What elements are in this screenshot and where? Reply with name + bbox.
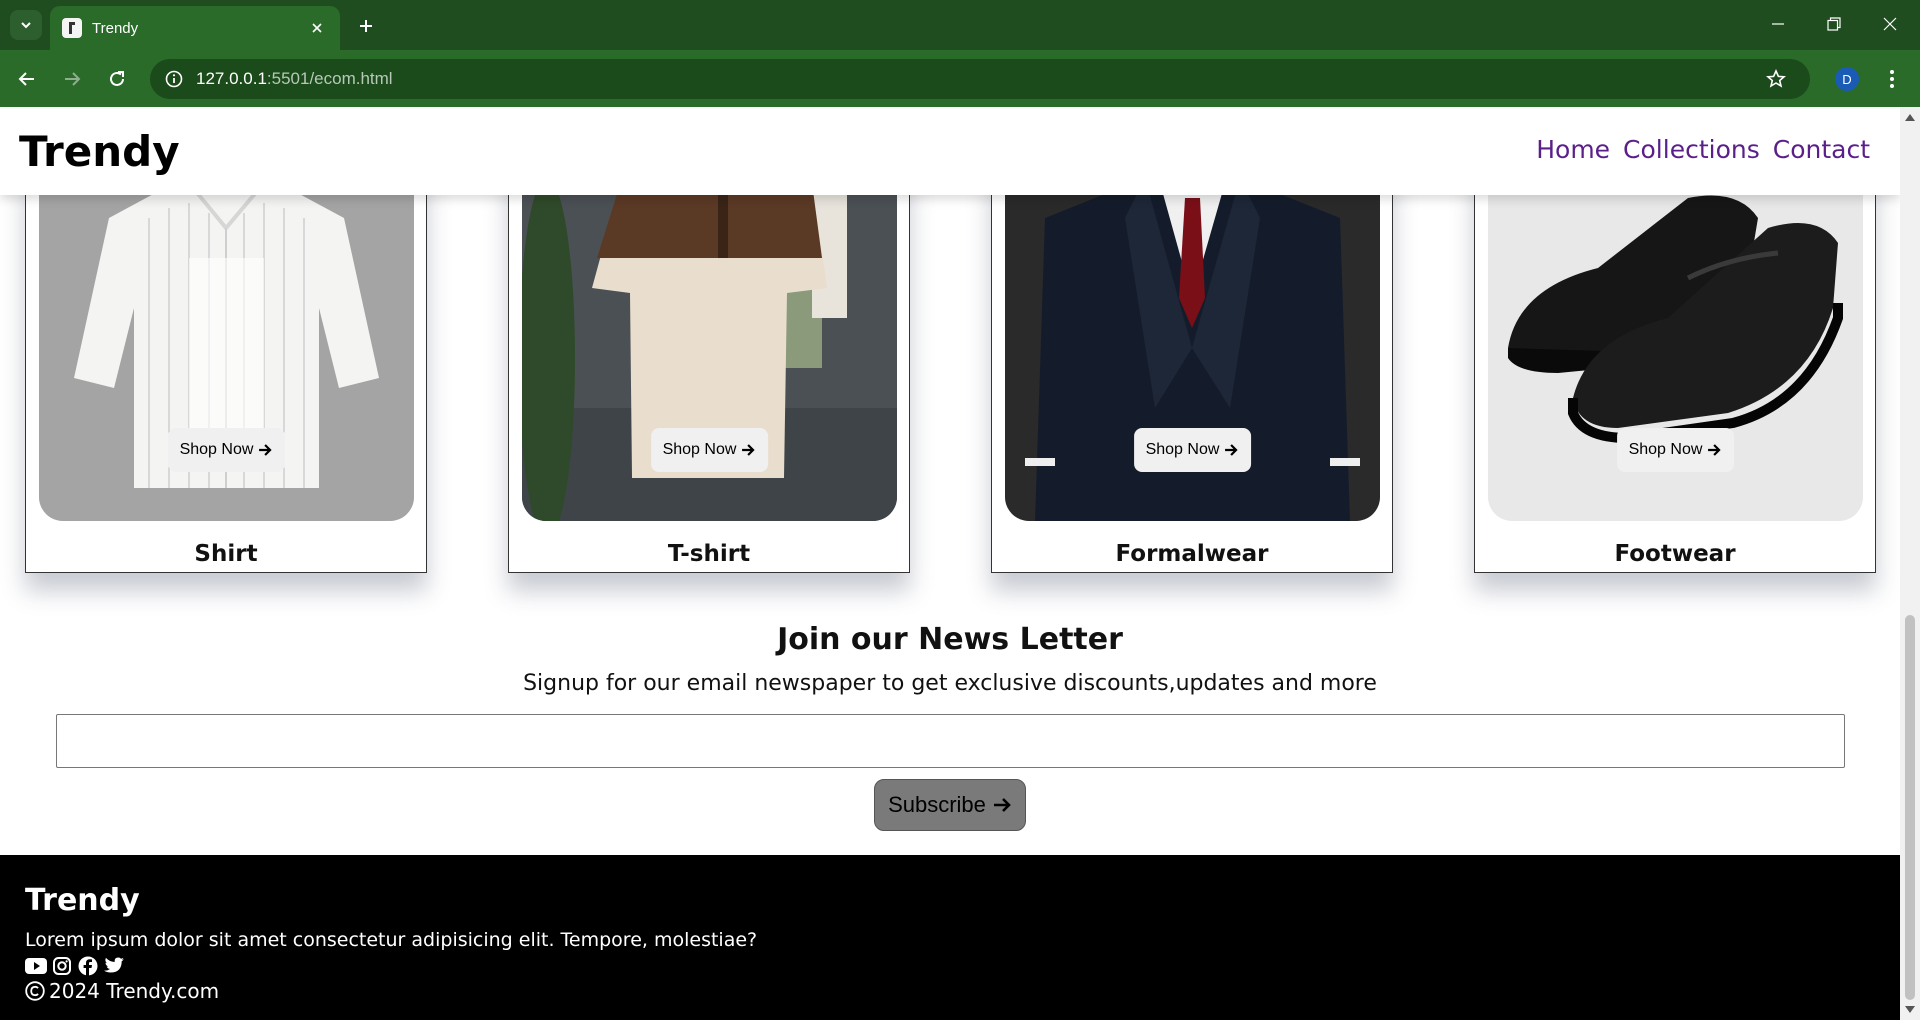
footer-copyright: 2024 Trendy.com [25,979,219,1003]
browser-tab-bar: Trendy [0,0,1920,50]
arrow-right-icon [742,444,755,456]
formalwear-image: Shop Now [1005,158,1380,521]
back-button[interactable] [10,62,44,96]
close-tab-icon[interactable] [306,17,328,39]
footer-description: Lorem ipsum dolor sit amet consectetur a… [25,929,758,951]
subscribe-label: Subscribe [888,792,986,817]
category-title: Shirt [194,541,258,567]
favicon-icon [62,18,82,38]
page-viewport: Trendy Home Collections Contact Shop Now [0,107,1900,1020]
forward-button[interactable] [55,62,89,96]
scroll-up-arrow-icon[interactable] [1904,111,1916,123]
main-nav: Home Collections Contact [1536,135,1870,164]
restore-icon [1827,17,1841,31]
category-title: Footwear [1614,541,1736,567]
arrow-right-icon [993,798,1011,812]
shop-now-button[interactable]: Shop Now [167,428,286,472]
shop-now-button[interactable]: Shop Now [1133,428,1252,472]
minimize-button[interactable] [1750,0,1806,48]
nav-home[interactable]: Home [1536,135,1610,164]
shop-now-label: Shop Now [1145,441,1220,458]
tab-search-button[interactable] [10,10,42,40]
category-card-formalwear: Shop Now Formalwear [991,157,1393,573]
shop-now-button[interactable]: Shop Now [1616,428,1735,472]
social-links [25,955,125,977]
nav-collections[interactable]: Collections [1623,135,1760,164]
new-tab-button[interactable] [352,12,380,40]
category-card-tshirt: Shop Now T-shirt [508,157,910,573]
category-title: Formalwear [1115,541,1269,567]
tab-title: Trendy [92,19,139,37]
reload-button[interactable] [100,62,134,96]
facebook-icon[interactable] [77,955,99,977]
site-footer: Trendy Lorem ipsum dolor sit amet consec… [0,855,1900,1020]
category-card-footwear: Shop Now Footwear [1474,157,1876,573]
browser-tab[interactable]: Trendy [50,6,340,50]
vertical-scrollbar[interactable] [1900,107,1920,1020]
arrow-left-icon [18,72,34,86]
close-window-button[interactable] [1862,0,1918,48]
shop-now-label: Shop Now [1628,441,1703,458]
minimize-icon [1772,23,1784,25]
close-icon [1883,17,1897,31]
plus-icon [360,20,372,32]
browser-toolbar: 127.0.0.1:5501/ecom.html D [0,50,1920,107]
shop-now-button[interactable]: Shop Now [650,428,769,472]
site-header: Trendy Home Collections Contact [0,109,1900,195]
subscribe-button[interactable]: Subscribe [874,779,1026,831]
site-info-icon[interactable] [162,67,186,91]
footer-brand: Trendy [25,883,140,918]
arrow-right-icon [65,72,81,86]
scrollbar-thumb[interactable] [1905,615,1915,1000]
twitter-icon[interactable] [103,955,125,977]
newsletter-subtitle: Signup for our email newspaper to get ex… [523,671,1377,696]
bookmark-star-icon[interactable] [1764,67,1788,91]
profile-avatar[interactable]: D [1835,67,1859,91]
scroll-down-arrow-icon[interactable] [1904,1004,1916,1016]
copyright-text: 2024 Trendy.com [49,979,220,1003]
restore-button[interactable] [1806,0,1862,48]
newsletter-title: Join our News Letter [777,622,1123,657]
shirt-image: Shop Now [39,158,414,521]
url-path: :5501/ecom.html [266,69,393,88]
shop-now-label: Shop Now [662,441,737,458]
arrow-right-icon [259,444,272,456]
copyright-icon [25,981,45,1001]
chevron-down-icon [21,22,31,29]
arrow-right-icon [1708,444,1721,456]
reload-icon [110,71,124,86]
category-card-shirt: Shop Now Shirt [25,157,427,573]
address-bar[interactable]: 127.0.0.1:5501/ecom.html [150,59,1810,99]
tshirt-image: Shop Now [522,158,897,521]
email-field[interactable] [56,714,1845,768]
site-logo[interactable]: Trendy [19,127,180,176]
url-host: 127.0.0.1 [196,69,267,88]
youtube-icon[interactable] [25,955,47,977]
arrow-right-icon [1225,444,1238,456]
footwear-image: Shop Now [1488,158,1863,521]
instagram-icon[interactable] [51,955,73,977]
category-title: T-shirt [667,541,751,567]
nav-contact[interactable]: Contact [1773,135,1870,164]
browser-menu-icon[interactable] [1880,62,1904,96]
shop-now-label: Shop Now [179,441,254,458]
